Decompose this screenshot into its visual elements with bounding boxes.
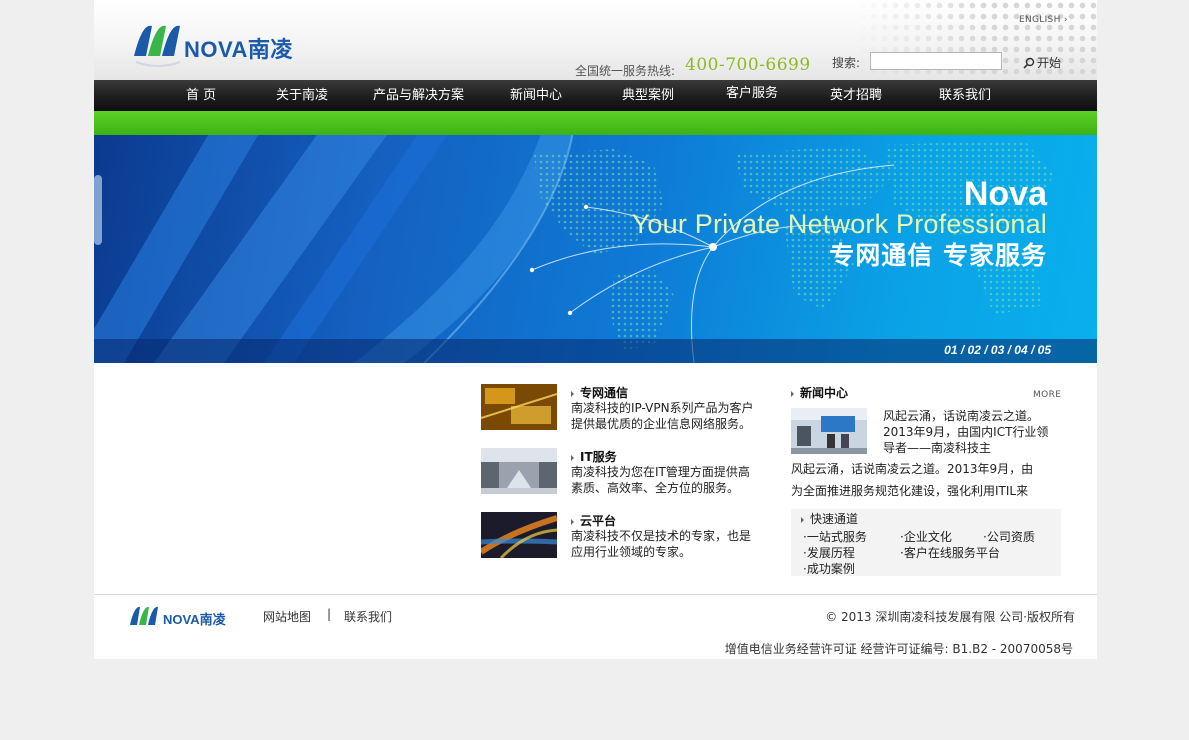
news-headline[interactable]: 风起云涌，话说南凌云之道。2013年9月，由国内ICT行业领导者——南凌科技主 <box>883 408 1058 456</box>
service-desc-it: 南凌科技为您在IT管理方面提供高素质、高效率、全方位的服务。 <box>571 465 750 495</box>
service-desc-network: 南凌科技的IP-VPN系列产品为客户提供最优质的企业信息网络服务。 <box>571 401 754 431</box>
footer-separator: | <box>327 607 332 621</box>
english-link[interactable]: ENGLISH › <box>1019 15 1068 25</box>
news-item-2[interactable]: 为全面推进服务规范化建设，强化利用ITIL来 <box>791 482 1028 499</box>
arrow-right-icon <box>571 390 574 397</box>
search-button[interactable]: 开始 <box>1023 54 1061 71</box>
quick-links-title: 快速通道 <box>801 510 858 527</box>
service-desc-cloud: 南凌科技不仅是技术的专家，也是应用行业领域的专家。 <box>571 529 752 559</box>
service-thumb-network[interactable] <box>481 384 557 430</box>
search-button-label: 开始 <box>1037 56 1062 70</box>
nova-logo-mark-icon <box>134 25 181 67</box>
search-icon <box>1023 57 1035 69</box>
hero-banner[interactable]: Nova Your Private Network Professional 专… <box>94 135 1097 363</box>
nova-logo[interactable]: NOVA南凌 <box>132 18 312 70</box>
service-thumb-it[interactable] <box>481 448 557 494</box>
news-thumb-image[interactable] <box>791 408 867 454</box>
arrow-right-icon <box>571 454 574 461</box>
service-title-cloud[interactable]: 云平台 <box>571 512 616 529</box>
slide-02[interactable]: 02 <box>968 343 981 357</box>
footer-sitemap-link[interactable]: 网站地图 <box>263 608 311 625</box>
nav-item-products[interactable]: 产品与解决方案 <box>373 80 464 111</box>
nav-item-careers[interactable]: 英才招聘 <box>830 80 882 111</box>
nav-item-about[interactable]: 关于南凌 <box>276 80 328 111</box>
footer-license: 增值电信业务经营许可证 经营许可证编号: B1.B2 - 20070058号 <box>724 642 1073 656</box>
arrow-right-icon <box>791 390 794 397</box>
slide-04[interactable]: 04 <box>1014 343 1027 357</box>
quick-links-panel: 快速通道 ·一站式服务 ·企业文化 ·公司资质 ·发展历程 ·客户在线服务平台 … <box>791 509 1061 576</box>
hotline-number: 400-700-6699 <box>685 55 811 75</box>
nav-item-news[interactable]: 新闻中心 <box>510 80 562 111</box>
english-label: ENGLISH <box>1019 15 1061 25</box>
banner-cn-tagline: 专网通信 专家服务 <box>829 241 1047 270</box>
nav-item-home[interactable]: 首 页 <box>186 80 216 111</box>
footer-divider <box>94 594 1097 595</box>
quick-link-one-stop[interactable]: ·一站式服务 <box>803 528 867 545</box>
nav-item-cases[interactable]: 典型案例 <box>622 80 674 111</box>
news-more-link[interactable]: MORE <box>1033 390 1061 400</box>
footer-contact-link[interactable]: 联系我们 <box>344 608 392 625</box>
footer-logo-text: NOVA南凌 <box>163 612 226 627</box>
nav-item-contact[interactable]: 联系我们 <box>939 80 991 111</box>
hotline-label: 全国统一服务热线: <box>575 64 676 78</box>
service-title-network[interactable]: 专网通信 <box>571 384 628 401</box>
slide-pager: 01 / 02 / 03 / 04 / 05 <box>944 343 1051 357</box>
quick-link-cases[interactable]: ·成功案例 <box>803 560 855 577</box>
logo-text: NOVA南凌 <box>184 37 293 62</box>
news-section-title[interactable]: 新闻中心 <box>791 384 848 401</box>
quick-link-customer-platform[interactable]: ·客户在线服务平台 <box>900 544 1000 561</box>
arrow-right-icon <box>801 516 804 523</box>
main-nav: 首 页 关于南凌 产品与解决方案 新闻中心 典型案例 客户服务 英才招聘 联系我… <box>94 80 1097 111</box>
search-label: 搜索: <box>832 56 861 70</box>
arrow-right-icon <box>571 518 574 525</box>
header: NOVA南凌 ENGLISH › 全国统一服务热线: 400-700-6699 … <box>94 0 1097 80</box>
search-input[interactable] <box>870 52 1002 70</box>
service-thumb-cloud[interactable] <box>481 512 557 558</box>
quick-link-culture[interactable]: ·企业文化 <box>900 528 952 545</box>
slide-01[interactable]: 01 <box>944 343 957 357</box>
news-item-1[interactable]: 风起云涌，话说南凌云之道。2013年9月，由 <box>791 460 1033 477</box>
quick-link-history[interactable]: ·发展历程 <box>803 544 855 561</box>
footer-logo[interactable]: NOVA南凌 <box>129 603 249 629</box>
footer-copyright: © 2013 深圳南凌科技发展有限 公司·版权所有 <box>825 610 1075 624</box>
nav-item-service[interactable]: 客户服务 <box>726 78 778 109</box>
green-bar <box>94 111 1097 135</box>
chevron-right-icon: › <box>1063 15 1068 25</box>
slide-03[interactable]: 03 <box>991 343 1004 357</box>
service-title-it[interactable]: IT服务 <box>571 448 617 465</box>
slide-05[interactable]: 05 <box>1038 343 1051 357</box>
quick-link-qualification[interactable]: ·公司资质 <box>983 528 1035 545</box>
nova-logo-mark-icon <box>130 606 158 625</box>
page: NOVA南凌 ENGLISH › 全国统一服务热线: 400-700-6699 … <box>94 0 1097 659</box>
